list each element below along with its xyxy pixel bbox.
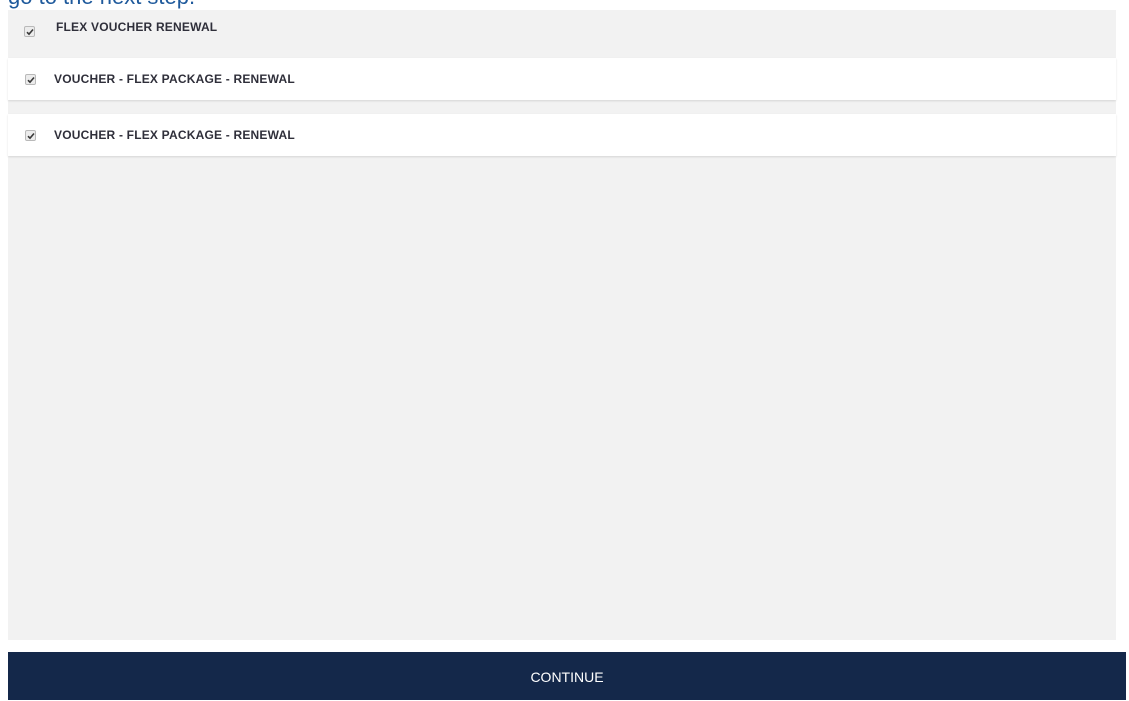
parent-package-row[interactable]: FLEX VOUCHER RENEWAL xyxy=(8,10,1116,46)
heading-clip: go to the next step. xyxy=(0,0,1129,10)
checkmark-icon xyxy=(26,28,34,36)
package-item-checkbox[interactable] xyxy=(25,74,36,85)
package-item-row[interactable]: VOUCHER - FLEX PACKAGE - RENEWAL xyxy=(8,58,1116,100)
page-heading: go to the next step. xyxy=(8,0,195,8)
continue-button[interactable]: CONTINUE xyxy=(8,652,1126,700)
parent-package-checkbox[interactable] xyxy=(24,26,35,37)
parent-package-label: FLEX VOUCHER RENEWAL xyxy=(56,20,218,34)
package-item-checkbox[interactable] xyxy=(25,130,36,141)
checkmark-icon xyxy=(27,76,35,84)
package-item-label: VOUCHER - FLEX PACKAGE - RENEWAL xyxy=(54,72,295,86)
package-item-label: VOUCHER - FLEX PACKAGE - RENEWAL xyxy=(54,128,295,142)
checkmark-icon xyxy=(27,132,35,140)
package-item-row[interactable]: VOUCHER - FLEX PACKAGE - RENEWAL xyxy=(8,114,1116,156)
package-selection-panel: FLEX VOUCHER RENEWAL VOUCHER - FLEX PACK… xyxy=(8,10,1116,640)
